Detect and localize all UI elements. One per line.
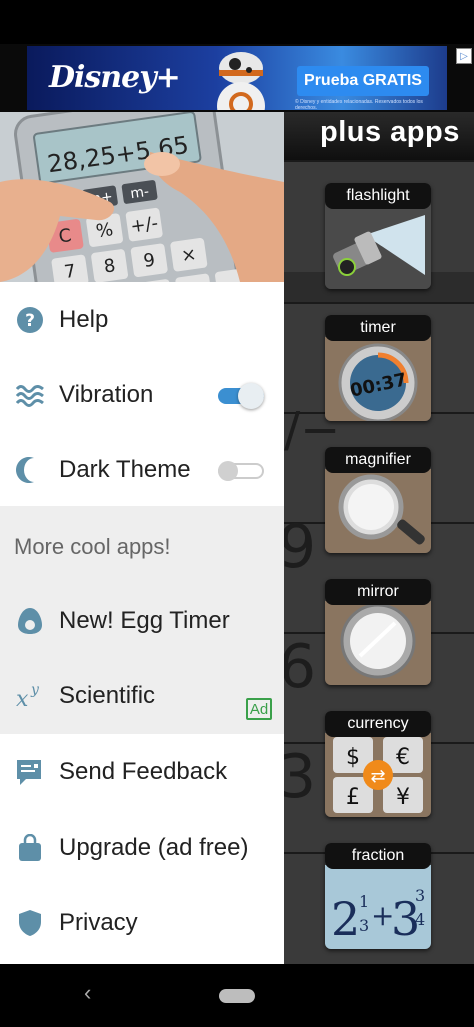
menu-item-privacy[interactable]: Privacy	[0, 885, 284, 960]
menu-item-label: Dark Theme	[59, 456, 191, 483]
ad-fine-print: © Disney y entidades relacionadas. Reser…	[295, 99, 423, 110]
back-icon[interactable]: ‹	[84, 980, 91, 1006]
stopwatch-icon: 00:37	[325, 337, 431, 421]
mirror-icon	[325, 601, 431, 685]
help-icon: ?	[17, 307, 43, 333]
home-pill-icon[interactable]	[219, 989, 255, 1003]
menu-item-label: Upgrade (ad free)	[59, 834, 249, 861]
svg-text:?: ?	[25, 311, 35, 331]
currency-symbol: €	[396, 745, 410, 770]
menu-item-label: Scientific	[59, 682, 156, 709]
menu-item-vibration[interactable]: Vibration	[0, 357, 284, 432]
ad-cta-button[interactable]: Prueba GRATIS	[297, 66, 429, 96]
menu-item-egg-timer[interactable]: New! Egg Timer	[0, 583, 284, 658]
svg-text:y: y	[30, 682, 40, 698]
svg-text:+/-: +/-	[129, 213, 159, 238]
plus-app-label: magnifier	[325, 447, 431, 473]
svg-text:3: 3	[359, 916, 369, 935]
plus-app-label: fraction	[325, 843, 431, 869]
svg-text:4: 4	[415, 910, 425, 929]
shield-icon	[19, 910, 41, 936]
plus-app-label: mirror	[325, 579, 431, 605]
currency-symbol: $	[346, 745, 360, 770]
currency-icon: $ € £ ¥ ⇄	[325, 733, 431, 817]
svg-text:1: 1	[359, 892, 369, 911]
svg-text:2: 2	[331, 892, 360, 946]
dark-theme-toggle[interactable]	[218, 458, 264, 484]
navigation-drawer: 28,25+5,65 mc m+ m- C % +/- 7 8 9 × 4 5 …	[0, 112, 284, 964]
moon-icon	[16, 457, 34, 483]
menu-item-label: New! Egg Timer	[59, 607, 230, 634]
plus-apps-title: plus apps	[320, 116, 460, 148]
svg-text:%: %	[95, 219, 115, 242]
flashlight-icon	[325, 205, 431, 289]
system-nav-bar: ‹	[0, 964, 474, 1027]
vibration-icon	[16, 385, 44, 407]
plus-app-magnifier[interactable]: magnifier	[325, 447, 431, 553]
currency-symbol: £	[346, 785, 360, 810]
plus-app-mirror[interactable]: mirror	[325, 579, 431, 685]
menu-item-label: Send Feedback	[59, 758, 228, 785]
svg-text:x: x	[16, 687, 29, 710]
currency-symbol: ¥	[396, 785, 410, 810]
menu-item-label: Privacy	[59, 909, 138, 936]
menu-item-send-feedback[interactable]: Send Feedback	[0, 734, 284, 809]
ad-banner[interactable]: Disney+ Prueba GRATIS © Disney y entidad…	[0, 44, 474, 112]
egg-icon	[18, 608, 42, 634]
plus-app-timer[interactable]: 00:37 timer	[325, 315, 431, 421]
svg-text:m-: m-	[129, 184, 150, 202]
menu-item-label: Vibration	[59, 381, 154, 408]
robot-image	[217, 52, 265, 110]
ad-brand-logo: Disney+	[49, 60, 181, 95]
status-bar	[0, 0, 474, 44]
plus-app-currency[interactable]: $ € £ ¥ ⇄ currency	[325, 711, 431, 817]
svg-text:×: ×	[180, 244, 198, 267]
plus-app-flashlight[interactable]: flashlight	[325, 183, 431, 289]
menu-item-dark-theme[interactable]: Dark Theme	[0, 432, 284, 507]
svg-text:3: 3	[415, 886, 425, 905]
vibration-toggle[interactable]	[218, 383, 264, 409]
svg-text:⇄: ⇄	[370, 766, 385, 787]
drawer-header-image: 28,25+5,65 mc m+ m- C % +/- 7 8 9 × 4 5 …	[0, 112, 284, 282]
magnifier-icon	[325, 469, 431, 553]
feedback-icon	[17, 760, 41, 785]
menu-item-help[interactable]: ? Help	[0, 282, 284, 357]
x-power-y-icon: x y	[16, 682, 40, 710]
ad-badge: Ad	[246, 698, 272, 720]
plus-app-label: currency	[325, 711, 431, 737]
ad-creative[interactable]: Disney+ Prueba GRATIS © Disney y entidad…	[27, 46, 447, 110]
fraction-icon: 2 1 3 + 3 3 4	[325, 865, 431, 949]
ad-choices-icon[interactable]: ▷	[456, 48, 472, 64]
menu-item-label: Help	[59, 306, 109, 333]
plus-app-fraction[interactable]: 2 1 3 + 3 3 4 fraction	[325, 843, 431, 949]
plus-app-label: flashlight	[325, 183, 431, 209]
plus-app-label: timer	[325, 315, 431, 341]
shopping-bag-icon	[19, 834, 41, 861]
section-title: More cool apps!	[14, 534, 171, 559]
menu-item-upgrade[interactable]: Upgrade (ad free)	[0, 810, 284, 885]
menu-item-scientific[interactable]: x y Scientific	[0, 658, 284, 733]
